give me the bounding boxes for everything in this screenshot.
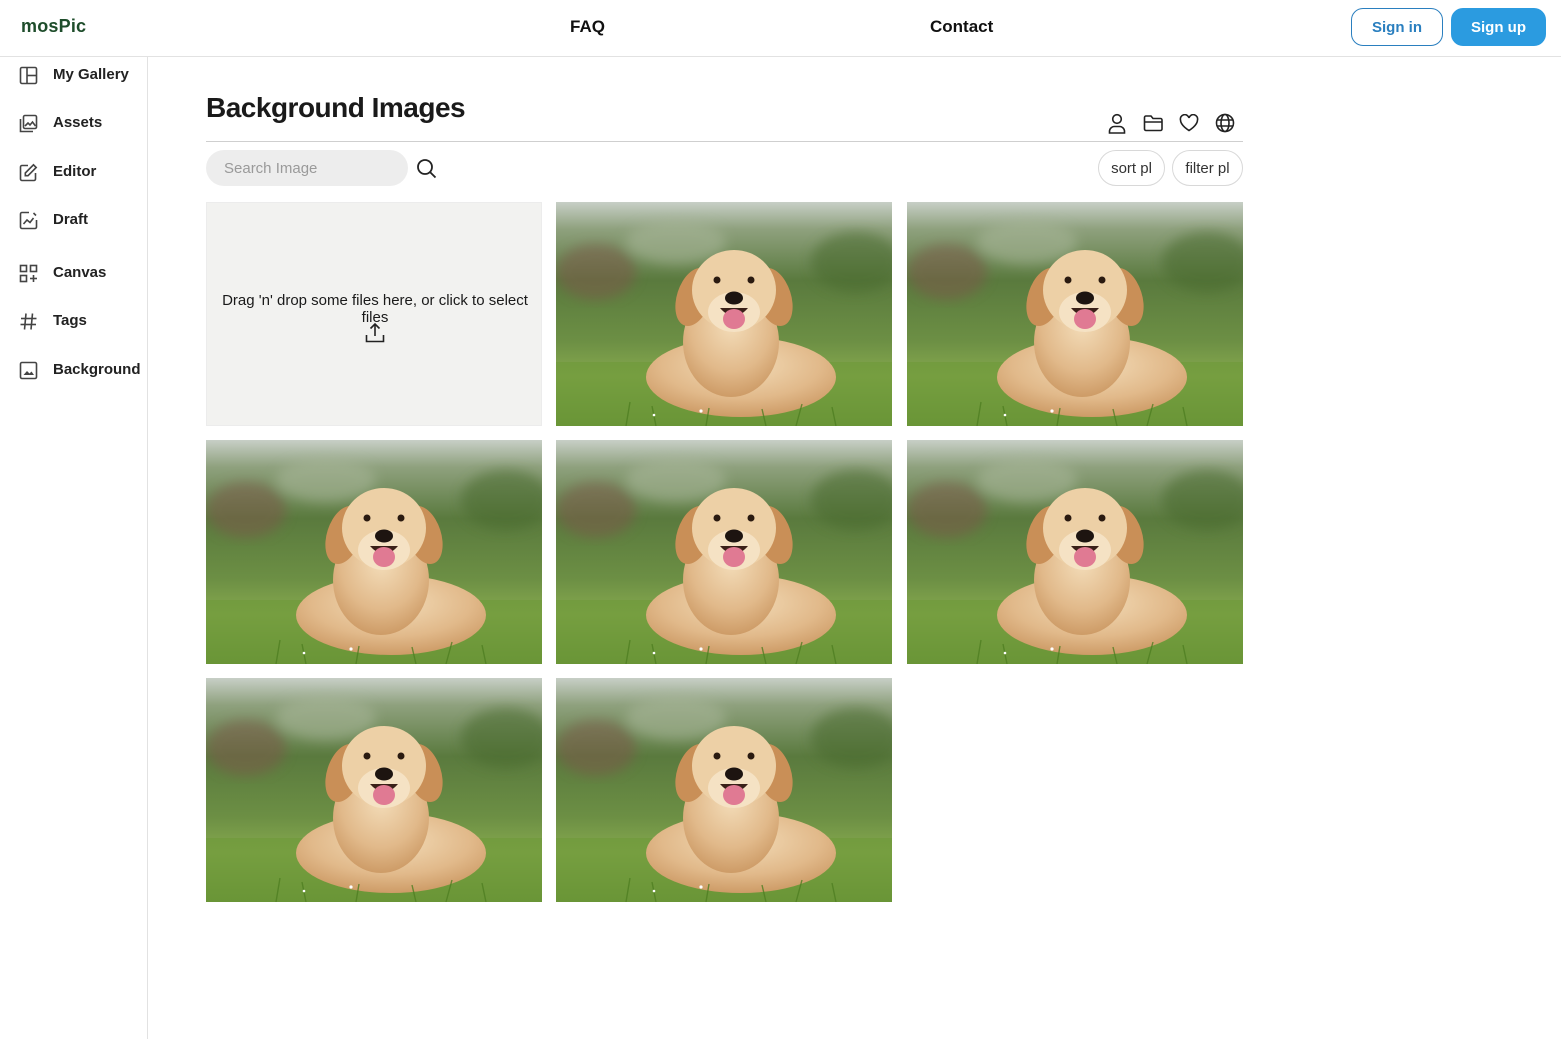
dropzone-text: Drag 'n' drop some files here, or click … (222, 292, 528, 326)
sidebar-item-label: Draft (53, 211, 89, 228)
heart-icon[interactable] (1178, 112, 1200, 134)
nav-contact-link[interactable]: Contact (930, 17, 993, 37)
background-image-thumbnail[interactable] (907, 202, 1243, 426)
background-image-thumbnail[interactable] (206, 440, 542, 664)
sidebar-item-label: Tags (53, 312, 87, 329)
images-icon (18, 113, 38, 133)
hash-icon (18, 311, 38, 331)
file-dropzone[interactable]: Drag 'n' drop some files here, or click … (206, 202, 542, 426)
sign-in-button[interactable]: Sign in (1351, 8, 1443, 46)
sidebar: My Gallery Assets Editor Draft Canvas Ta… (0, 57, 148, 1039)
folder-icon[interactable] (1142, 112, 1164, 134)
background-image-thumbnail[interactable] (556, 678, 892, 902)
sort-button[interactable]: sort pl (1098, 150, 1165, 186)
search-input[interactable] (206, 150, 408, 186)
edit-icon (18, 162, 38, 182)
sidebar-item-label: Background (53, 361, 141, 378)
sidebar-item-label: Editor (53, 163, 97, 180)
user-icon[interactable] (1106, 112, 1128, 134)
top-navbar: mosPic FAQ Contact Sign in Sign up (0, 0, 1561, 57)
image-icon (18, 360, 38, 380)
brand-logo[interactable]: mosPic (21, 16, 86, 37)
sidebar-item-my-gallery[interactable]: My Gallery (0, 57, 147, 93)
search-icon[interactable] (414, 156, 438, 180)
sidebar-item-label: Assets (53, 114, 103, 131)
sidebar-item-assets[interactable]: Assets (0, 105, 147, 141)
upload-icon (365, 322, 385, 344)
globe-icon[interactable] (1214, 112, 1236, 134)
sidebar-item-background[interactable]: Background (0, 352, 147, 388)
page-title: Background Images (206, 92, 466, 123)
grid-add-icon (18, 263, 38, 283)
sidebar-item-editor[interactable]: Editor (0, 154, 147, 190)
sidebar-item-canvas[interactable]: Canvas (0, 255, 147, 291)
background-image-thumbnail[interactable] (556, 440, 892, 664)
background-image-thumbnail[interactable] (556, 202, 892, 426)
background-image-thumbnail[interactable] (907, 440, 1243, 664)
sidebar-item-draft[interactable]: Draft (0, 202, 147, 238)
chart-draft-icon (18, 210, 38, 230)
background-image-thumbnail[interactable] (206, 678, 542, 902)
nav-faq-link[interactable]: FAQ (570, 17, 605, 37)
sidebar-item-tags[interactable]: Tags (0, 303, 147, 339)
sign-up-button[interactable]: Sign up (1451, 8, 1546, 46)
filter-button[interactable]: filter pl (1172, 150, 1243, 186)
sidebar-item-label: My Gallery (53, 66, 129, 83)
layout-icon (18, 65, 38, 85)
title-divider (206, 141, 1243, 142)
sidebar-item-label: Canvas (53, 264, 107, 281)
